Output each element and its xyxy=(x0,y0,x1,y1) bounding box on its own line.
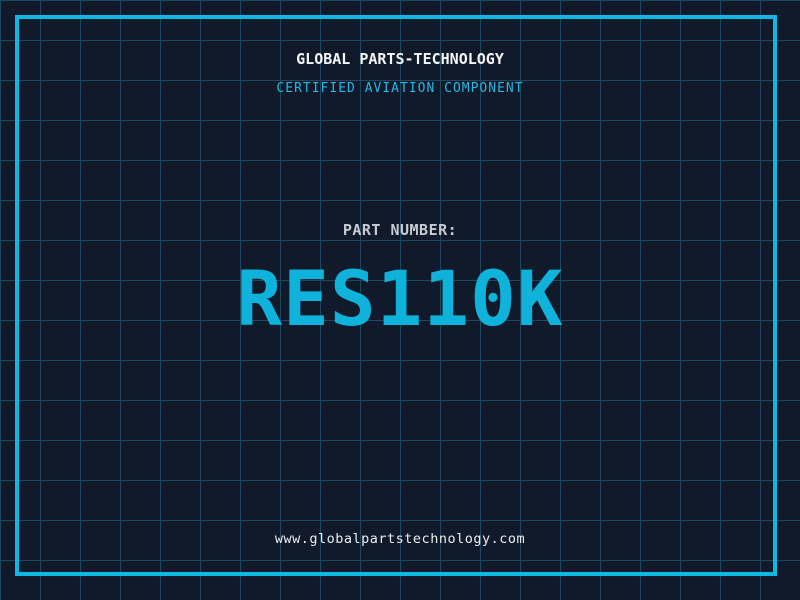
part-number-value: RES110K xyxy=(236,254,564,343)
website-url: www.globalpartstechnology.com xyxy=(274,531,526,547)
grid-background: GLOBAL PARTS-TECHNOLOGY CERTIFIED AVIATI… xyxy=(0,0,800,600)
certification-subtitle: CERTIFIED AVIATION COMPONENT xyxy=(276,81,524,96)
company-title: GLOBAL PARTS-TECHNOLOGY xyxy=(296,50,504,68)
part-number-label: PART NUMBER: xyxy=(342,221,458,239)
